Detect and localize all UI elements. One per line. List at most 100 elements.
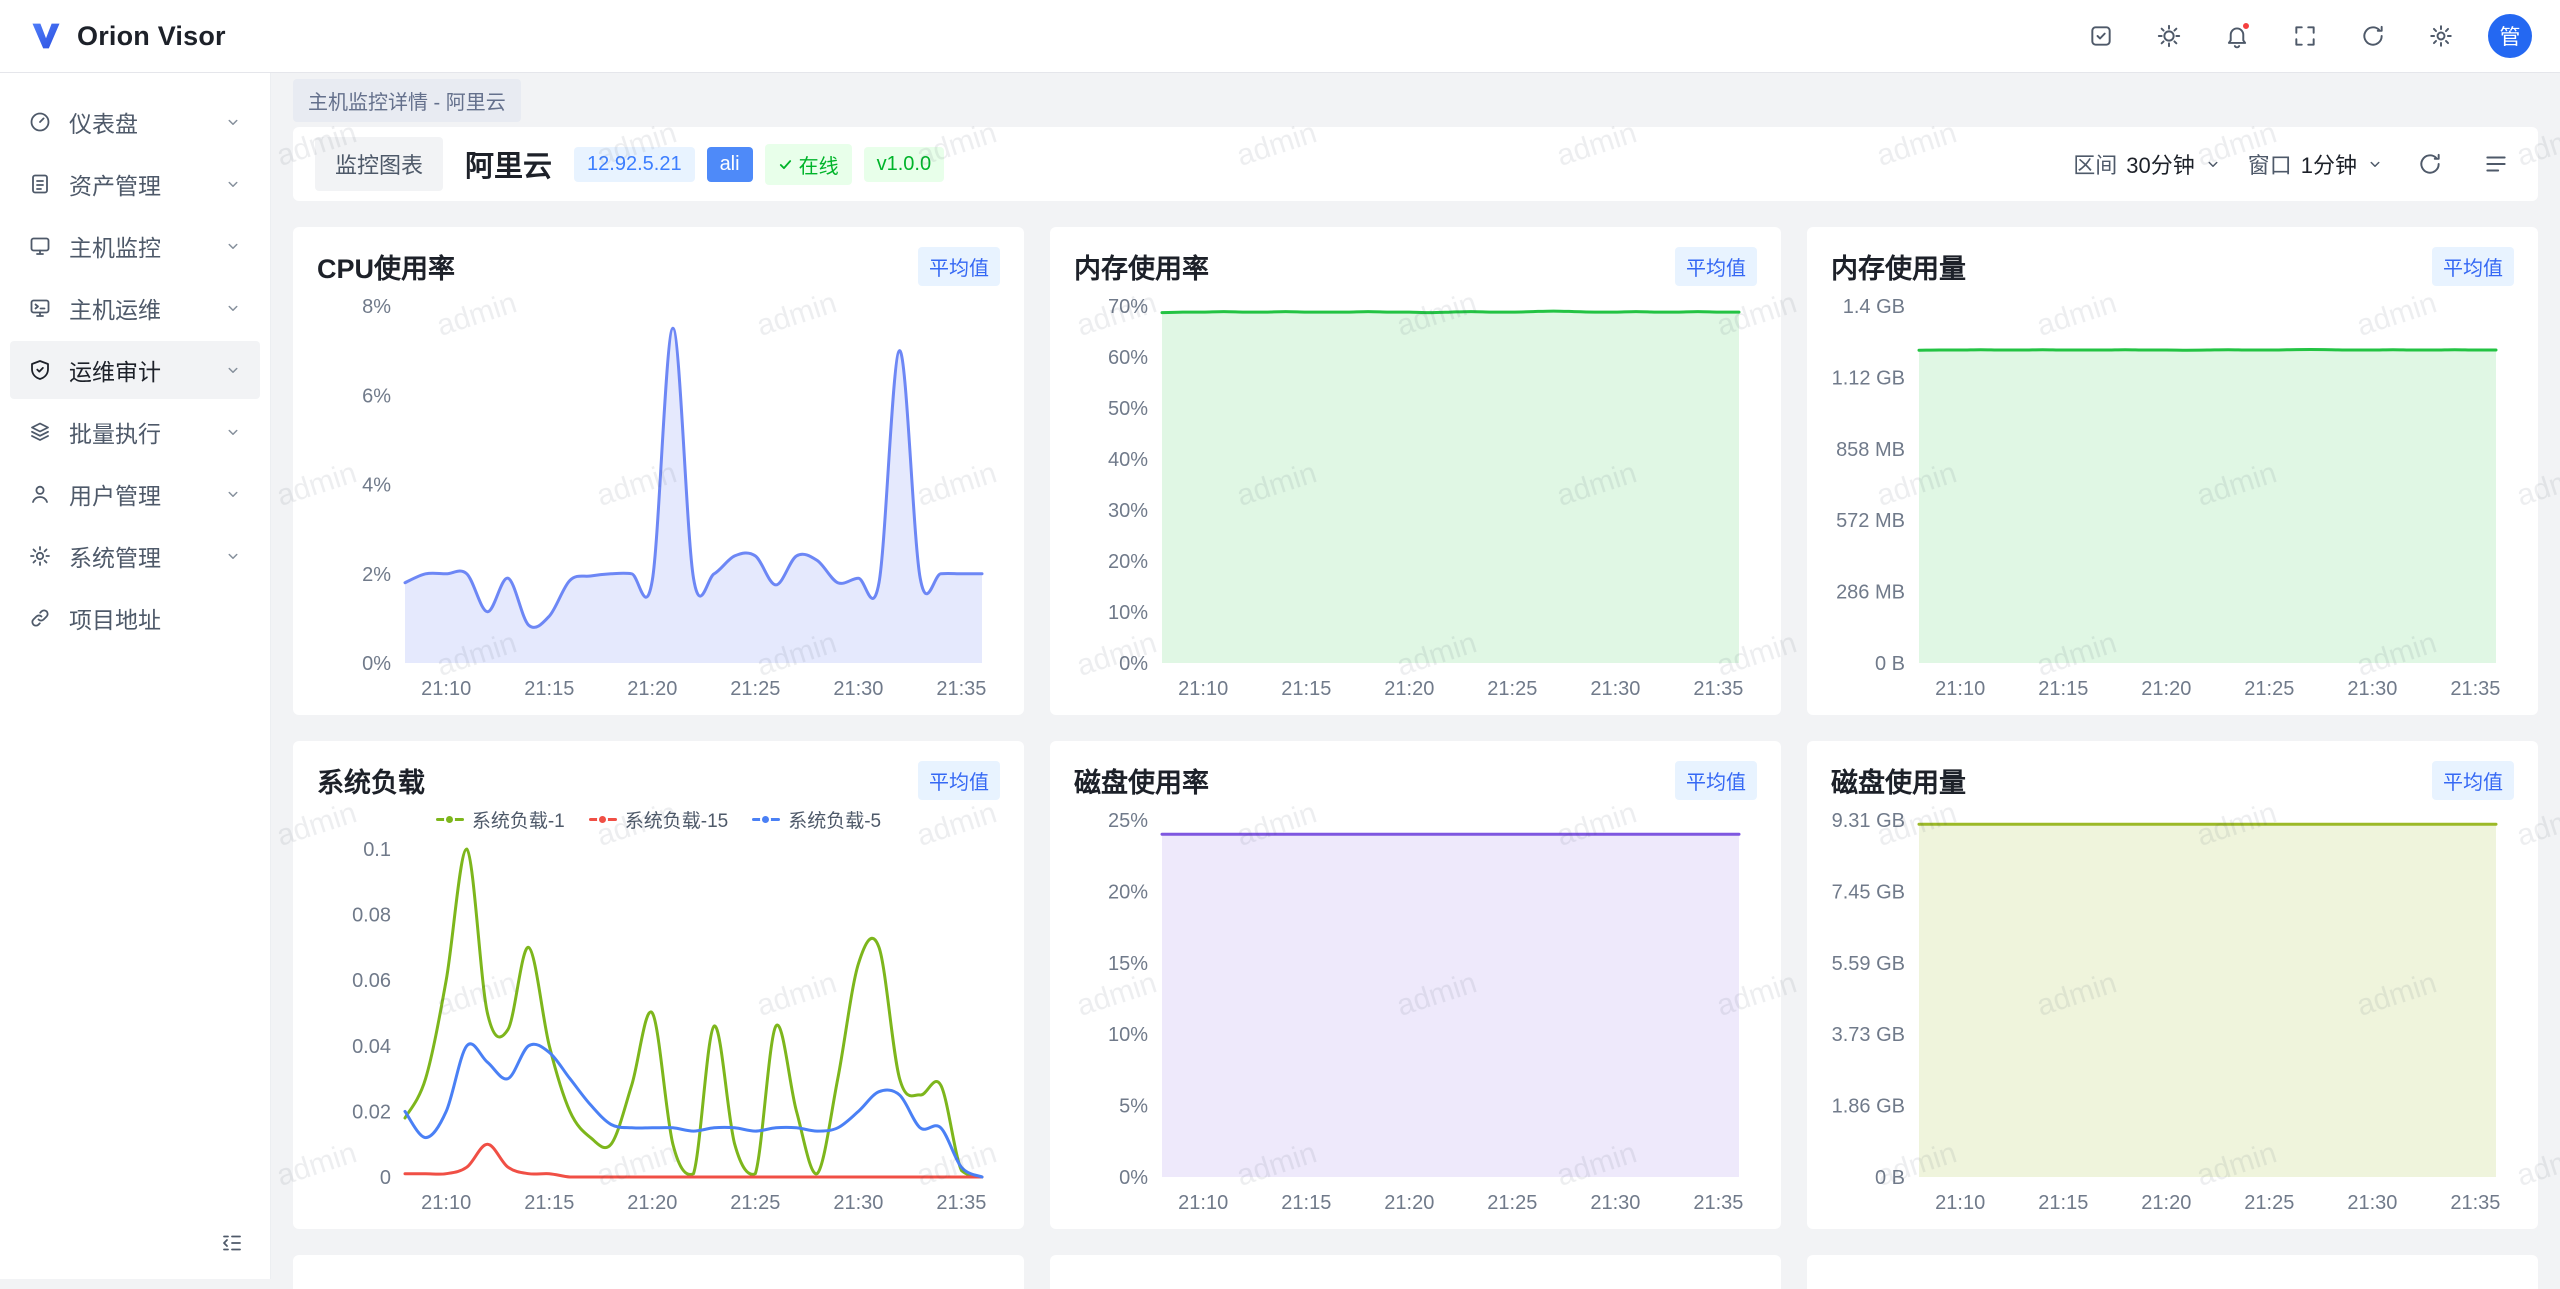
svg-text:9.31 GB: 9.31 GB bbox=[1832, 810, 1905, 832]
chart-title: 内存使用量 bbox=[1831, 247, 1966, 286]
chevron-down-icon bbox=[224, 423, 242, 441]
sidebar-item-batch-exec[interactable]: 批量执行 bbox=[10, 403, 260, 461]
sidebar-item-assets[interactable]: 资产管理 bbox=[10, 155, 260, 213]
chevron-down-icon bbox=[224, 299, 242, 317]
collapse-sidebar-icon[interactable] bbox=[212, 1223, 252, 1263]
svg-text:7.45 GB: 7.45 GB bbox=[1832, 881, 1905, 903]
chart-canvas[interactable]: 0%2%4%6%8%21:1021:1521:2021:2521:3021:35 bbox=[317, 290, 1000, 705]
svg-text:21:25: 21:25 bbox=[730, 678, 780, 700]
chart-canvas[interactable]: 0%10%20%30%40%50%60%70%21:1021:1521:2021… bbox=[1074, 290, 1757, 705]
svg-text:0.04: 0.04 bbox=[352, 1036, 391, 1058]
sidebar-item-project-link[interactable]: 项目地址 bbox=[10, 589, 260, 647]
svg-text:21:35: 21:35 bbox=[2450, 678, 2500, 700]
svg-text:5%: 5% bbox=[1119, 1096, 1148, 1118]
sidebar-item-label: 批量执行 bbox=[69, 415, 207, 449]
svg-text:8%: 8% bbox=[362, 296, 391, 318]
svg-text:21:35: 21:35 bbox=[1693, 678, 1743, 700]
chart-canvas[interactable]: 0%5%10%15%20%25%21:1021:1521:2021:2521:3… bbox=[1074, 804, 1757, 1219]
interval-label: 区间 bbox=[2073, 148, 2117, 180]
notifications-icon[interactable] bbox=[2216, 15, 2258, 57]
shield-icon bbox=[28, 358, 52, 382]
chart-layout-button[interactable] bbox=[2476, 144, 2516, 184]
svg-text:21:15: 21:15 bbox=[1281, 1192, 1331, 1214]
chart-legend: 系统负载-1 系统负载-15 系统负载-5 bbox=[317, 806, 1000, 833]
svg-text:0.08: 0.08 bbox=[352, 905, 391, 927]
chart-title: CPU使用率 bbox=[317, 247, 455, 286]
chevron-down-icon bbox=[224, 237, 242, 255]
sidebar-item-label: 系统管理 bbox=[69, 539, 207, 573]
legend-item[interactable]: 系统负载-5 bbox=[752, 806, 881, 833]
svg-text:21:20: 21:20 bbox=[627, 1192, 677, 1214]
orion-visor-logo-icon bbox=[28, 18, 64, 54]
settings-icon[interactable] bbox=[2420, 15, 2462, 57]
svg-text:0 B: 0 B bbox=[1875, 1167, 1905, 1189]
average-badge: 平均值 bbox=[918, 247, 1000, 286]
chevron-down-icon bbox=[224, 485, 242, 503]
sidebar-item-dashboard[interactable]: 仪表盘 bbox=[10, 93, 260, 151]
average-badge: 平均值 bbox=[918, 761, 1000, 800]
average-badge: 平均值 bbox=[2432, 247, 2514, 286]
window-select[interactable]: 窗口 1分钟 bbox=[2248, 148, 2384, 180]
sidebar-item-system-mgmt[interactable]: 系统管理 bbox=[10, 527, 260, 585]
svg-text:5.59 GB: 5.59 GB bbox=[1832, 953, 1905, 975]
sidebar-item-ops-audit[interactable]: 运维审计 bbox=[10, 341, 260, 399]
legend-label: 系统负载-5 bbox=[788, 806, 881, 833]
brand: Orion Visor bbox=[28, 18, 226, 54]
average-badge: 平均值 bbox=[2432, 761, 2514, 800]
notification-dot bbox=[2241, 21, 2251, 31]
chart-card-head: 内存使用率 平均值 bbox=[1074, 247, 1757, 286]
svg-text:0%: 0% bbox=[1119, 1167, 1148, 1189]
svg-text:21:20: 21:20 bbox=[2141, 1192, 2191, 1214]
chart-grid: CPU使用率 平均值 0%2%4%6%8%21:1021:1521:2021:2… bbox=[293, 227, 2538, 1229]
svg-text:21:35: 21:35 bbox=[936, 1192, 986, 1214]
breadcrumb[interactable]: 主机监控详情 - 阿里云 bbox=[293, 79, 521, 122]
refresh-charts-button[interactable] bbox=[2410, 144, 2450, 184]
window-label: 窗口 bbox=[2248, 148, 2292, 180]
svg-text:21:25: 21:25 bbox=[2244, 1192, 2294, 1214]
layers-icon bbox=[28, 420, 52, 444]
chevron-down-icon bbox=[2204, 155, 2222, 173]
legend-item[interactable]: 系统负载-1 bbox=[436, 806, 565, 833]
svg-text:60%: 60% bbox=[1108, 347, 1148, 369]
sidebar: 仪表盘资产管理主机监控主机运维运维审计批量执行用户管理系统管理项目地址 bbox=[0, 73, 271, 1279]
partial-card bbox=[293, 1255, 1024, 1289]
monitor-icon bbox=[28, 234, 52, 258]
refresh-icon[interactable] bbox=[2352, 15, 2394, 57]
chart-title: 系统负载 bbox=[317, 761, 425, 800]
svg-text:0: 0 bbox=[380, 1167, 391, 1189]
svg-text:40%: 40% bbox=[1108, 449, 1148, 471]
svg-text:15%: 15% bbox=[1108, 953, 1148, 975]
theme-icon[interactable] bbox=[2148, 15, 2190, 57]
sidebar-item-host-monitor[interactable]: 主机监控 bbox=[10, 217, 260, 275]
svg-text:21:10: 21:10 bbox=[1178, 678, 1228, 700]
user-icon bbox=[28, 482, 52, 506]
sidebar-item-label: 仪表盘 bbox=[69, 105, 207, 139]
chart-canvas[interactable]: 0 B286 MB572 MB858 MB1.12 GB1.4 GB21:102… bbox=[1831, 290, 2514, 705]
svg-text:10%: 10% bbox=[1108, 602, 1148, 624]
sidebar-item-host-ops[interactable]: 主机运维 bbox=[10, 279, 260, 337]
chart-card-head: 磁盘使用量 平均值 bbox=[1831, 761, 2514, 800]
chart-canvas[interactable]: 0 B1.86 GB3.73 GB5.59 GB7.45 GB9.31 GB21… bbox=[1831, 804, 2514, 1219]
apps-check-icon[interactable] bbox=[2080, 15, 2122, 57]
svg-text:21:25: 21:25 bbox=[730, 1192, 780, 1214]
fullscreen-icon[interactable] bbox=[2284, 15, 2326, 57]
chart-canvas[interactable]: 00.020.040.060.080.121:1021:1521:2021:25… bbox=[317, 833, 1000, 1219]
sidebar-item-user-mgmt[interactable]: 用户管理 bbox=[10, 465, 260, 523]
legend-item[interactable]: 系统负载-15 bbox=[589, 806, 728, 833]
svg-text:1.4 GB: 1.4 GB bbox=[1843, 296, 1905, 318]
main-panel: 监控图表 阿里云 12.92.5.21ali在线v1.0.0 区间 30分钟 窗… bbox=[271, 127, 2560, 1289]
chart-card: 内存使用量 平均值 0 B286 MB572 MB858 MB1.12 GB1.… bbox=[1807, 227, 2538, 715]
host-tag: 12.92.5.21 bbox=[574, 147, 695, 182]
host-tags: 12.92.5.21ali在线v1.0.0 bbox=[574, 144, 944, 185]
chart-card-head: 内存使用量 平均值 bbox=[1831, 247, 2514, 286]
svg-text:20%: 20% bbox=[1108, 551, 1148, 573]
chart-card: 磁盘使用率 平均值 0%5%10%15%20%25%21:1021:1521:2… bbox=[1050, 741, 1781, 1229]
chart-card: 内存使用率 平均值 0%10%20%30%40%50%60%70%21:1021… bbox=[1050, 227, 1781, 715]
svg-text:21:20: 21:20 bbox=[1384, 1192, 1434, 1214]
avatar[interactable]: 管 bbox=[2488, 14, 2532, 58]
sidebar-item-label: 主机运维 bbox=[69, 291, 207, 325]
interval-select[interactable]: 区间 30分钟 bbox=[2073, 148, 2222, 180]
svg-text:21:35: 21:35 bbox=[2450, 1192, 2500, 1214]
monitor-chart-button[interactable]: 监控图表 bbox=[315, 137, 443, 191]
chevron-down-icon bbox=[224, 547, 242, 565]
